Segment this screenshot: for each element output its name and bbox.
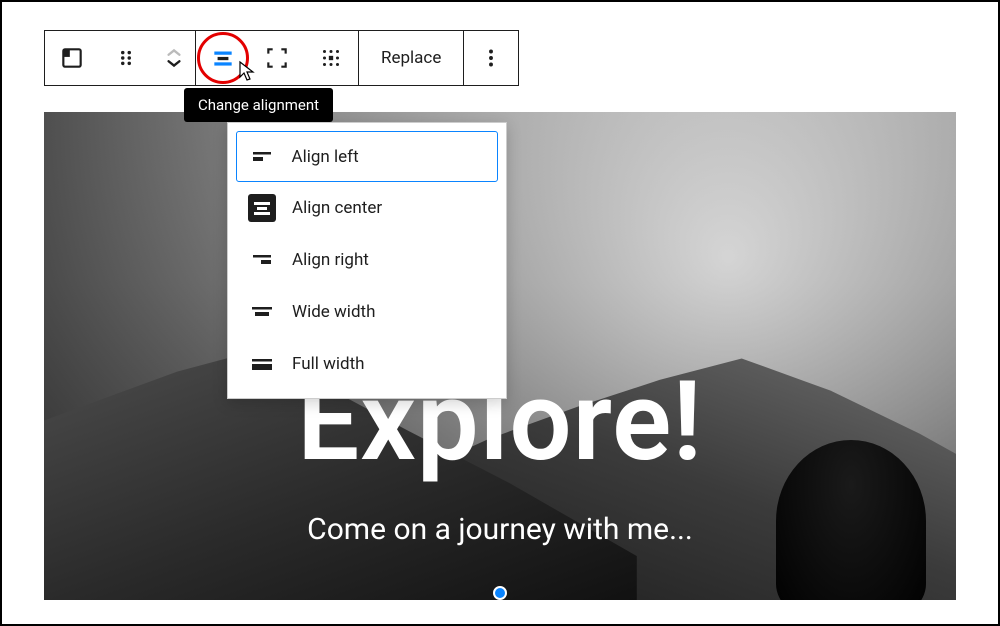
move-up-down-button[interactable] [153,31,195,85]
align-left-option[interactable]: Align left [236,131,498,182]
drag-handle[interactable] [99,31,153,85]
align-right-icon [248,246,276,274]
menu-item-label: Align left [292,147,359,167]
cover-block-icon [59,45,85,71]
wide-width-option[interactable]: Wide width [236,286,498,338]
mouse-cursor-icon [238,60,258,84]
align-left-icon [248,143,276,171]
content-position-button[interactable] [304,31,358,85]
block-type-button[interactable] [45,31,99,85]
alignment-dropdown: Align left Align center Align right [227,122,507,399]
tooltip: Change alignment [184,88,333,122]
menu-item-label: Wide width [292,302,375,322]
full-height-button[interactable] [250,31,304,85]
align-right-option[interactable]: Align right [236,234,498,286]
full-width-icon [248,350,276,378]
chevron-up-down-icon [161,45,187,71]
hero-subtitle[interactable]: Come on a journey with me... [44,512,956,547]
menu-item-label: Align right [292,250,369,270]
align-center-icon [248,194,276,222]
menu-item-label: Align center [292,198,382,218]
fullscreen-icon [264,45,290,71]
drag-icon [113,45,139,71]
wide-width-icon [248,298,276,326]
block-toolbar: Replace [44,30,519,86]
menu-item-label: Full width [292,354,365,374]
grid-position-icon [318,45,344,71]
resize-handle-bottom[interactable] [493,586,507,600]
more-options-button[interactable] [464,31,518,85]
replace-button[interactable]: Replace [359,31,463,85]
align-center-option[interactable]: Align center [236,182,498,234]
align-center-icon [210,45,236,71]
full-width-option[interactable]: Full width [236,338,498,390]
more-vertical-icon [478,45,504,71]
